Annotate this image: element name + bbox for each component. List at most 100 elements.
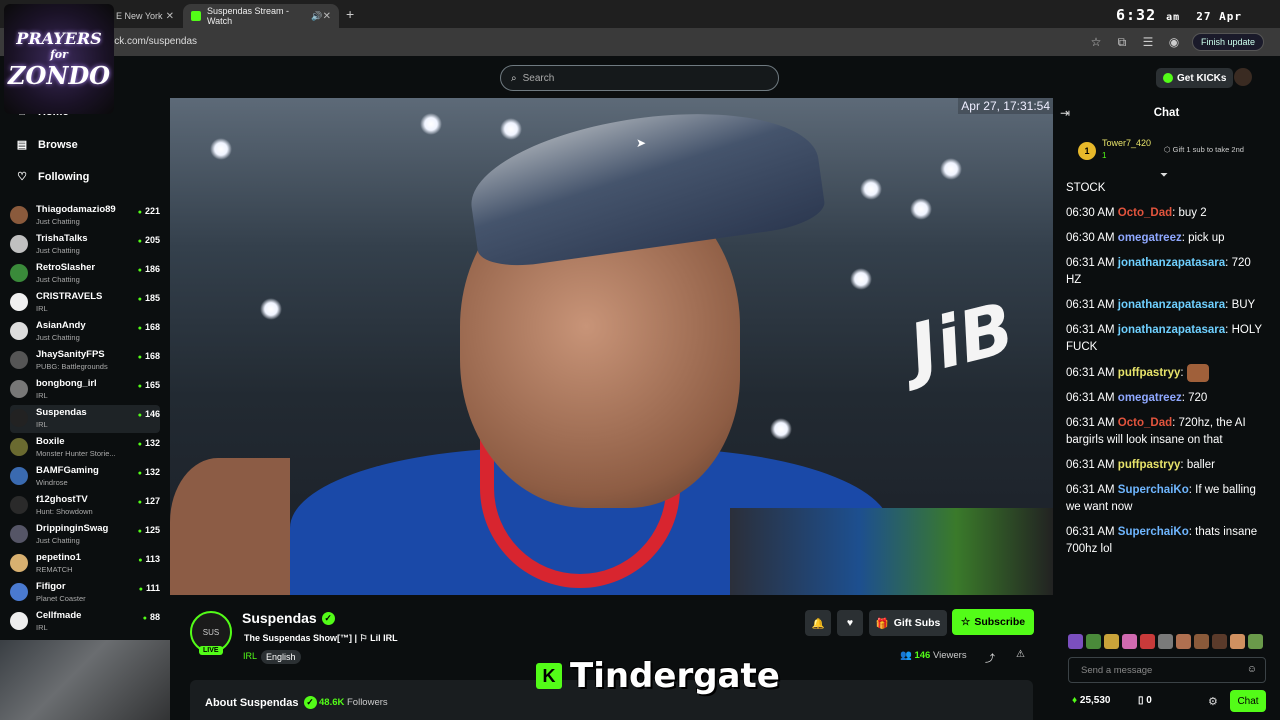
chat-message: 06:31 AM puffpastryy: baller — [1066, 459, 1215, 472]
emote-icon[interactable] — [1104, 634, 1119, 649]
following-channel[interactable]: Suspendas IRL 146 — [10, 405, 160, 433]
following-channel[interactable]: TrishaTalks Just Chatting 205 — [10, 231, 160, 259]
clock-time: 6:32 — [1116, 6, 1157, 24]
get-kicks-label: Get KICKs — [1177, 72, 1227, 84]
following-channel[interactable]: Cellfmade IRL 88 — [10, 608, 160, 636]
message-username[interactable]: puffpastryy — [1118, 367, 1181, 379]
channel-avatar — [10, 467, 28, 485]
emote-icon[interactable] — [1176, 634, 1191, 649]
viewer-count: 132 — [138, 438, 160, 448]
chat-message: 06:31 AM Octo_Dad: 720hz, the AI bargirl… — [1066, 417, 1246, 447]
emote-icon[interactable] — [1086, 634, 1101, 649]
get-kicks-button[interactable]: Get KICKs — [1156, 68, 1234, 88]
video-timestamp: Apr 27, 17:31:54 — [958, 98, 1053, 114]
kicks-value: 0 — [1146, 695, 1152, 706]
channel-name[interactable]: Suspendas ✓ — [242, 610, 335, 626]
message-username[interactable]: omegatreez — [1118, 232, 1182, 244]
channel-name: Fifigor — [36, 581, 66, 592]
video-player[interactable]: JiB Apr 27, 17:31:54 — [170, 98, 1053, 595]
emote-icon[interactable] — [1122, 634, 1137, 649]
message-username[interactable]: SuperchaiKo — [1118, 484, 1189, 496]
message-timestamp: 06:31 AM — [1066, 459, 1115, 472]
kicks-balance[interactable]: ▯ 0 — [1138, 695, 1152, 706]
profile-icon[interactable]: ◉ — [1166, 35, 1182, 49]
close-icon[interactable]: ✕ — [166, 11, 174, 22]
emote-icon[interactable] — [1140, 634, 1155, 649]
subscribe-label: Subscribe — [974, 616, 1026, 628]
viewers-label: Viewers — [932, 650, 967, 661]
message-username[interactable]: jonathanzapatasara — [1118, 257, 1225, 269]
rank-badge: 1 — [1078, 142, 1096, 160]
gear-icon[interactable]: ⚙ — [1208, 695, 1218, 708]
finish-update-button[interactable]: Finish update — [1191, 33, 1264, 51]
message-username[interactable]: puffpastryy — [1118, 459, 1181, 471]
emote-icon[interactable] — [1158, 634, 1173, 649]
user-avatar[interactable] — [1234, 68, 1252, 86]
chat-message-input[interactable]: Send a message ☺ — [1068, 657, 1266, 683]
message-username[interactable]: SuperchaiKo — [1118, 526, 1189, 538]
mouse-cursor-icon: ➤ — [636, 136, 647, 150]
browser-tab-active[interactable]: Suspendas Stream - Watch 🔊 ✕ — [183, 4, 339, 28]
following-channel[interactable]: pepetino1 REMATCH 113 — [10, 550, 160, 578]
bookmark-star-icon[interactable]: ☆ — [1088, 35, 1104, 49]
store-displays — [730, 508, 1053, 595]
emote-icon — [1186, 364, 1209, 382]
message-username[interactable]: Octo_Dad — [1118, 417, 1172, 429]
channel-category: Just Chatting — [36, 333, 80, 342]
gift-subs-button[interactable]: 🎁 Gift Subs — [869, 610, 947, 636]
gift-prompt[interactable]: ⬡ Gift 1 sub to take 2nd — [1164, 145, 1244, 154]
following-channel[interactable]: DrippinginSwag Just Chatting 125 — [10, 521, 160, 549]
subscribe-button[interactable]: ☆ Subscribe — [952, 609, 1034, 635]
following-channel[interactable]: Thiagodamazio89 Just Chatting 221 — [10, 202, 160, 230]
following-channel[interactable]: AsianAndy Just Chatting 168 — [10, 318, 160, 346]
reading-list-icon[interactable]: ☰ — [1140, 35, 1156, 49]
speaker-icon[interactable]: 🔊 — [311, 11, 322, 22]
notifications-button[interactable]: 🔔 — [805, 610, 831, 636]
chat-title: Chat — [1153, 107, 1180, 119]
channel-avatar — [10, 206, 28, 224]
report-icon[interactable]: ⚠ — [1016, 649, 1025, 660]
message-username[interactable]: Octo_Dad — [1118, 207, 1172, 219]
emote-icon[interactable] — [1068, 634, 1083, 649]
message-username[interactable]: omegatreez — [1118, 392, 1182, 404]
leaderboard-user[interactable]: Tower7_420 — [1102, 138, 1151, 148]
search-input[interactable]: ⌕ Search — [500, 65, 779, 91]
emote-icon[interactable] — [1230, 634, 1245, 649]
close-icon[interactable]: ✕ — [323, 11, 331, 22]
following-channel[interactable]: Fifigor Planet Coaster 111 — [10, 579, 160, 607]
following-channel[interactable]: Boxile Monster Hunter Storie... 132 — [10, 434, 160, 462]
emote-icon[interactable] — [1194, 634, 1209, 649]
emoji-icon[interactable]: ☺ — [1247, 664, 1257, 675]
nav-browse[interactable]: ▤ Browse — [14, 138, 78, 152]
following-channel[interactable]: f12ghostTV Hunt: Showdown 127 — [10, 492, 160, 520]
share-icon[interactable]: ⤴ — [985, 650, 995, 665]
following-channel[interactable]: RetroSlasher Just Chatting 186 — [10, 260, 160, 288]
emote-icon[interactable] — [1212, 634, 1227, 649]
browser-tab-inactive[interactable]: E New York ✕ — [108, 4, 182, 28]
viewers-icon: 👥 — [900, 650, 912, 661]
channel-category: IRL — [36, 391, 48, 400]
channel-category: Just Chatting — [36, 217, 80, 226]
message-timestamp: 06:31 AM — [1066, 526, 1115, 539]
emote-icon[interactable] — [1248, 634, 1263, 649]
new-tab-button[interactable]: + — [346, 6, 354, 22]
nav-following[interactable]: ♡ Following — [14, 170, 89, 184]
language-tag[interactable]: English — [261, 650, 301, 664]
following-channel[interactable]: BAMFGaming Windrose 132 — [10, 463, 160, 491]
follow-button[interactable]: ♥ — [837, 610, 863, 636]
following-channel[interactable]: bongbong_irl IRL 165 — [10, 376, 160, 404]
viewer-count: 165 — [138, 380, 160, 390]
chat-send-button[interactable]: Chat — [1230, 690, 1266, 712]
following-channel[interactable]: CRISTRAVELS IRL 185 — [10, 289, 160, 317]
category-link[interactable]: IRL — [243, 651, 257, 661]
url-field[interactable]: ick.com/suspendas — [112, 36, 197, 47]
message-username[interactable]: jonathanzapatasara — [1118, 324, 1225, 336]
message-timestamp: 06:31 AM — [1066, 367, 1115, 380]
following-channel[interactable]: JhaySanityFPS PUBG: Battlegrounds 168 — [10, 347, 160, 375]
extensions-icon[interactable]: ⧉ — [1114, 35, 1130, 50]
channel-name: BAMFGaming — [36, 465, 99, 476]
message-username[interactable]: jonathanzapatasara — [1118, 299, 1225, 311]
chat-message: 06:30 AM omegatreez: pick up — [1066, 232, 1225, 244]
nav-browse-label: Browse — [38, 138, 78, 151]
channel-points[interactable]: ♦ 25,530 — [1072, 695, 1110, 706]
